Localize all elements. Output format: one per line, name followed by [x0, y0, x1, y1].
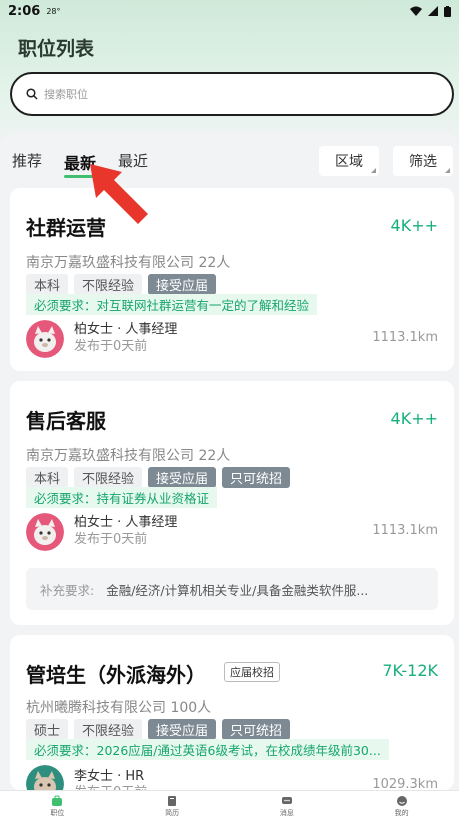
job-title: 售后客服: [26, 409, 106, 433]
tag: 接受应届: [148, 467, 217, 488]
document-icon: [168, 796, 177, 806]
search-input[interactable]: 搜索职位: [10, 72, 454, 116]
status-bar: 2:06 28°: [0, 0, 459, 22]
tag: 不限经验: [74, 467, 143, 488]
tag: 接受应届: [148, 719, 217, 740]
avatar: [26, 513, 64, 551]
search-icon: [26, 88, 38, 100]
requirement: 必须要求：2026应届/通过英语6级考试，在校成绩年级前30...: [26, 739, 389, 760]
distance: 1113.1km: [372, 523, 438, 538]
region-filter-button[interactable]: 区域: [319, 146, 379, 176]
tag: 硕士: [26, 719, 69, 740]
dropdown-corner-icon: [445, 168, 450, 173]
company-name: 南京万嘉玖盛科技有限公司 22人: [26, 255, 231, 271]
requirement: 必须要求：对互联网社群运营有一定的了解和经验: [26, 294, 318, 315]
nav-resume[interactable]: 简历: [115, 791, 230, 822]
signal-icon: [428, 6, 438, 16]
cat-avatar-icon: [26, 320, 64, 358]
nav-label: 简历: [165, 809, 180, 817]
tag: 本科: [26, 467, 69, 488]
job-salary: 4K++: [390, 409, 438, 428]
battery-icon: [444, 5, 451, 17]
tag: 只可统招: [222, 467, 291, 488]
region-filter-label: 区域: [335, 154, 363, 170]
pointer-arrow-icon: [90, 164, 148, 224]
cat-avatar-icon: [26, 513, 64, 551]
job-title: 管培生（外派海外）: [26, 663, 206, 687]
filter-button[interactable]: 筛选: [393, 146, 453, 176]
filter-label: 筛选: [409, 154, 437, 170]
nav-jobs[interactable]: 职位: [0, 791, 115, 822]
job-card[interactable]: 售后客服 4K++ 南京万嘉玖盛科技有限公司 22人 本科 不限经验 接受应届 …: [10, 381, 454, 625]
posted-time: 发布于0天前: [74, 339, 148, 354]
nav-label: 职位: [50, 809, 65, 817]
briefcase-icon: [52, 795, 63, 806]
status-time: 2:06: [8, 3, 41, 19]
bottom-nav: 职位 简历 消息 我的: [0, 790, 459, 822]
posted-time: 发布于0天前: [74, 532, 148, 547]
job-salary: 7K-12K: [382, 661, 438, 680]
distance: 1029.3km: [372, 777, 438, 790]
nav-profile[interactable]: 我的: [344, 791, 459, 822]
chat-icon: [281, 797, 292, 804]
tag: 本科: [26, 274, 69, 295]
tag: 接受应届: [148, 274, 217, 295]
job-salary: 4K++: [390, 216, 438, 235]
posted-time: 发布于0天前: [74, 781, 147, 790]
nav-label: 消息: [279, 809, 294, 817]
requirement: 必须要求：持有证券从业资格证: [26, 487, 218, 508]
job-tags: 硕士 不限经验 接受应届 只可统招: [26, 719, 291, 740]
search-placeholder: 搜索职位: [44, 88, 88, 101]
supplement-label: 补充要求:: [40, 582, 95, 598]
company-name: 杭州曦腾科技有限公司 100人: [26, 700, 212, 716]
page-title: 职位列表: [18, 38, 95, 60]
status-icons: [410, 5, 451, 17]
wifi-icon: [410, 6, 422, 16]
job-card[interactable]: 社群运营 4K++ 南京万嘉玖盛科技有限公司 22人 本科 不限经验 接受应届 …: [10, 188, 454, 371]
tag: 不限经验: [74, 719, 143, 740]
campus-badge: 应届校招: [224, 662, 280, 682]
cat-avatar-icon: [26, 765, 64, 790]
smile-icon: [396, 796, 407, 806]
nav-messages[interactable]: 消息: [230, 791, 345, 822]
company-name: 南京万嘉玖盛科技有限公司 22人: [26, 448, 231, 464]
job-tags: 本科 不限经验 接受应届: [26, 274, 217, 295]
supplement-text: 金融/经济/计算机相关专业/具备金融类软件服...: [106, 582, 369, 598]
supplement-requirement: 补充要求: 金融/经济/计算机相关专业/具备金融类软件服...: [26, 568, 438, 610]
job-tags: 本科 不限经验 接受应届 只可统招: [26, 467, 291, 488]
nav-label: 我的: [394, 809, 409, 817]
status-temp: 28°: [46, 6, 61, 16]
tag: 不限经验: [74, 274, 143, 295]
dropdown-corner-icon: [371, 168, 376, 173]
tag: 只可统招: [222, 719, 291, 740]
avatar: [26, 320, 64, 358]
distance: 1113.1km: [372, 330, 438, 345]
job-card[interactable]: 管培生（外派海外） 应届校招 7K-12K 杭州曦腾科技有限公司 100人 硕士…: [10, 635, 454, 790]
avatar: [26, 765, 64, 790]
tab-recommend[interactable]: 推荐: [12, 150, 42, 174]
